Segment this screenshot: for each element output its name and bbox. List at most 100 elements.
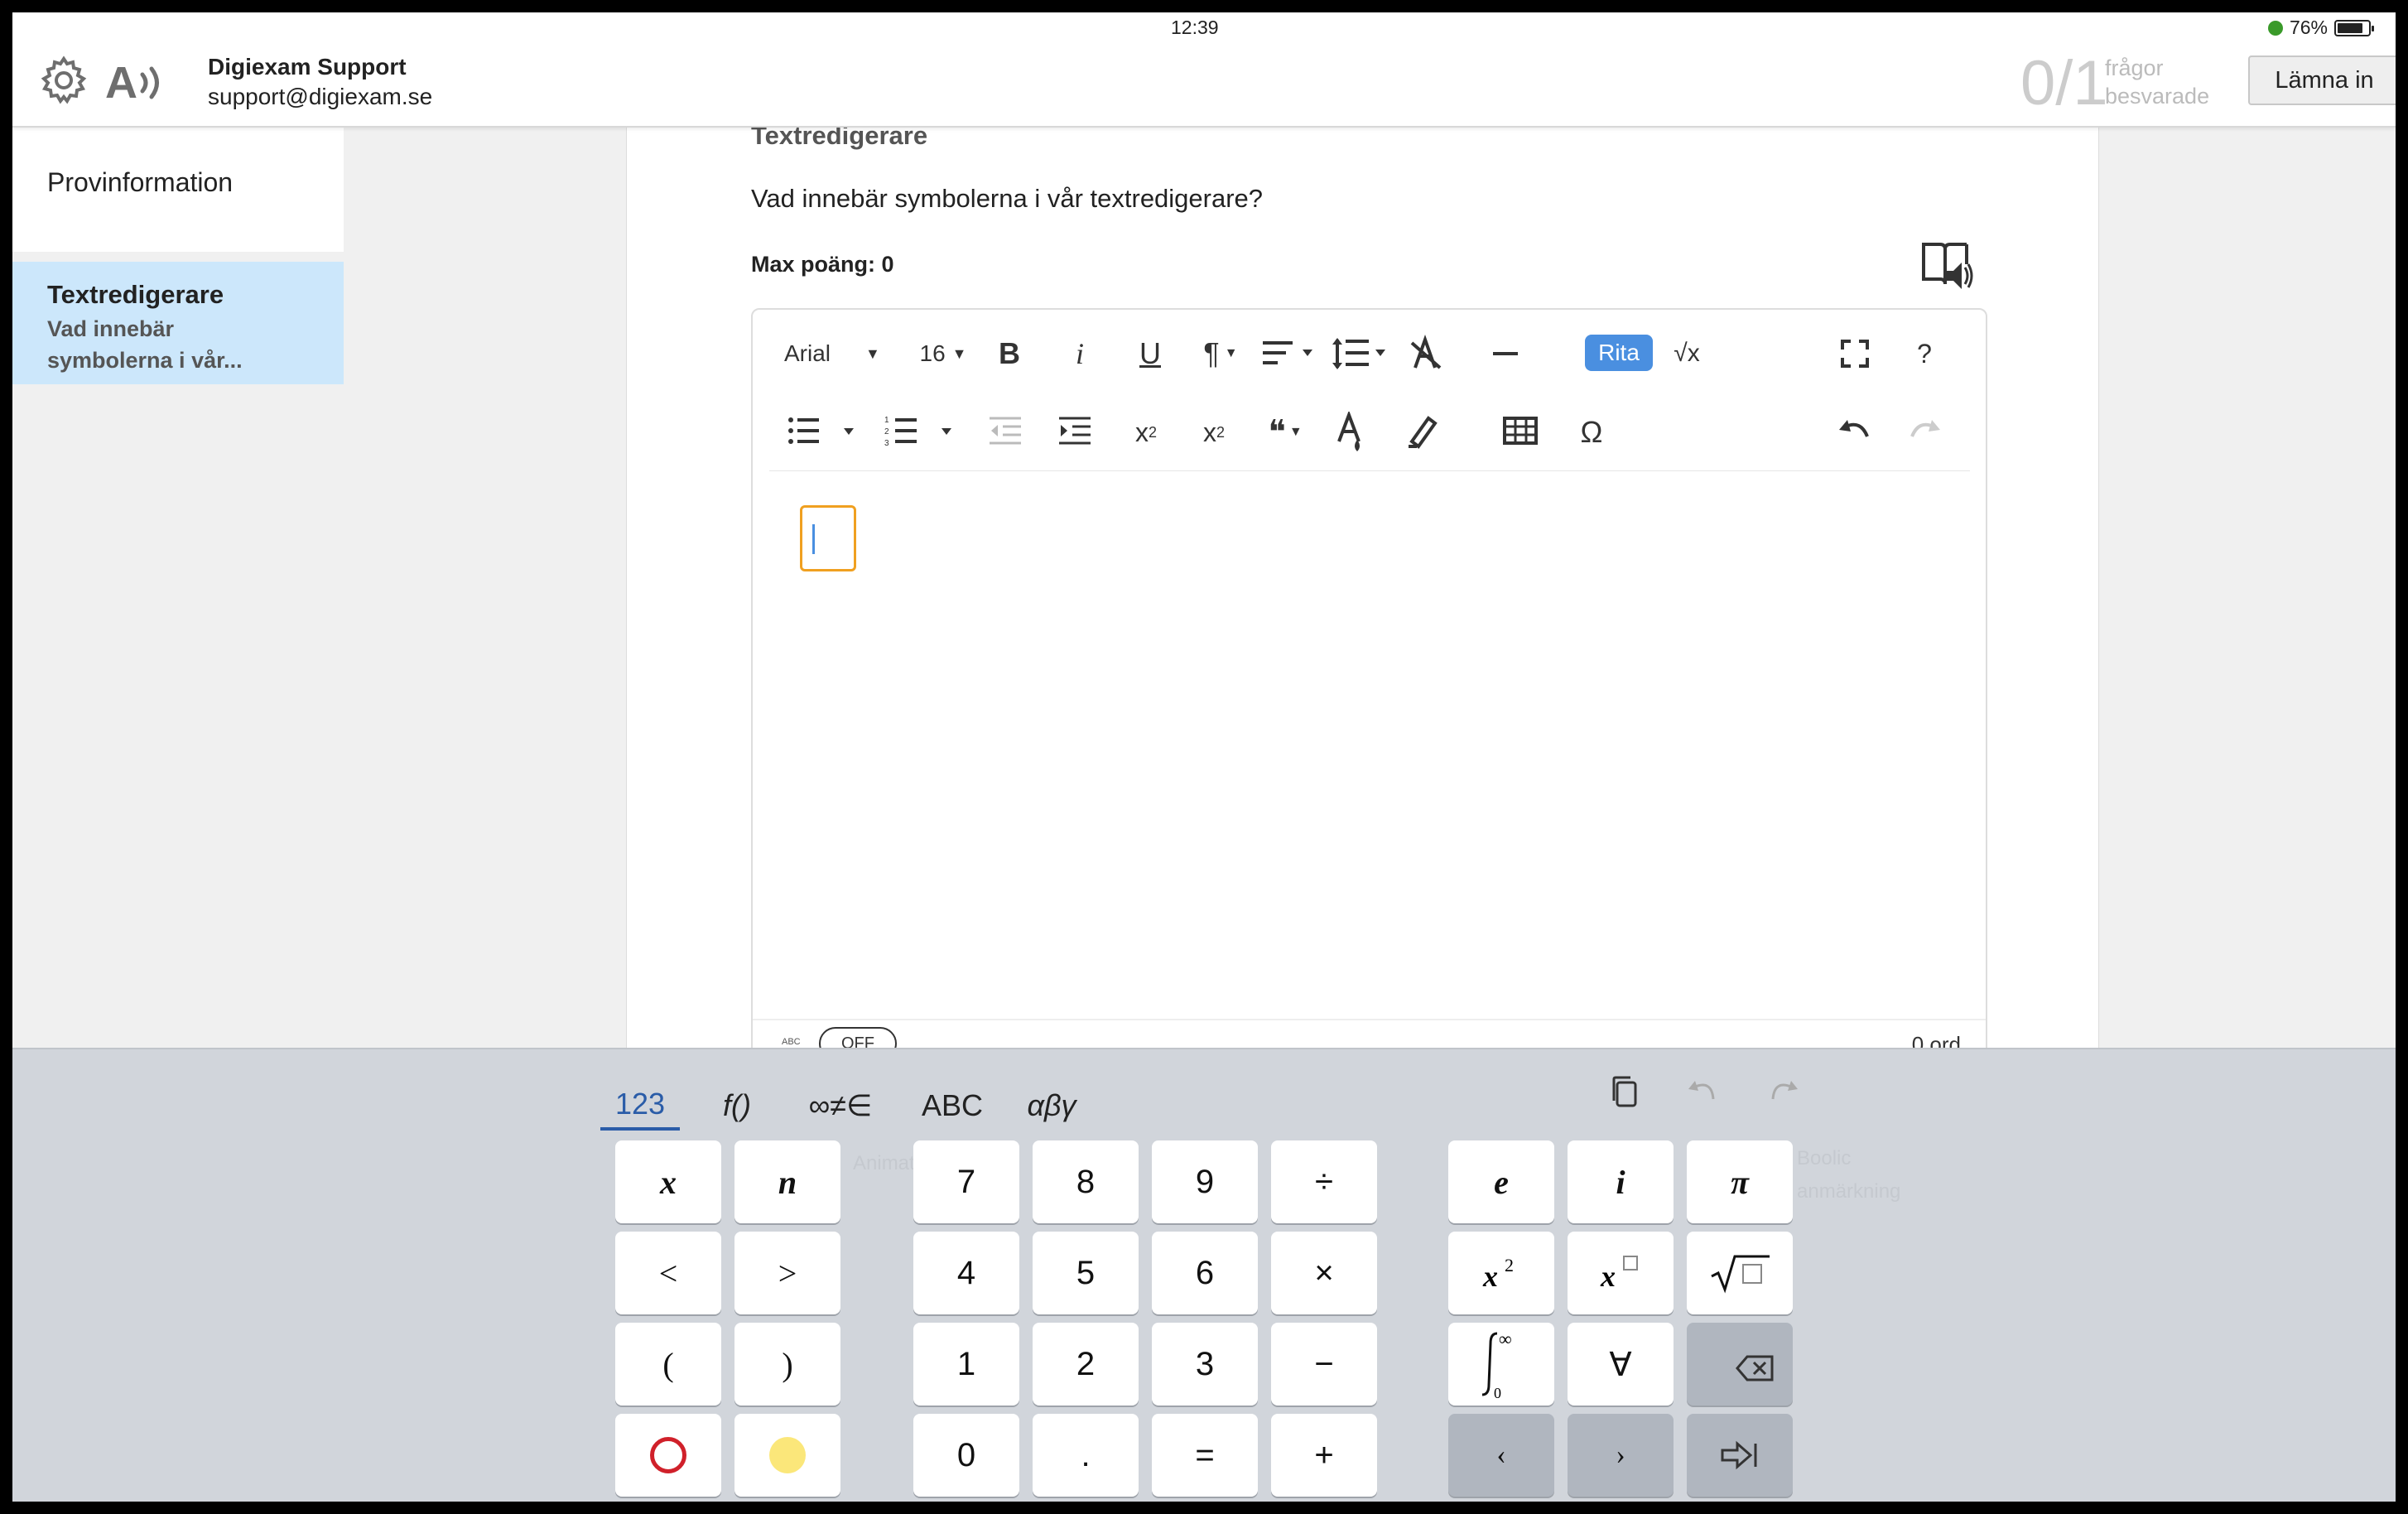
- tab-symbols[interactable]: ∞≠∈: [799, 1081, 882, 1131]
- text-to-speech-icon[interactable]: A: [105, 57, 171, 108]
- key-close-paren[interactable]: ): [734, 1323, 840, 1406]
- answered-count: 0/1: [2020, 48, 2108, 118]
- superscript-index: 2: [1216, 423, 1225, 441]
- math-formula-button[interactable]: √x: [1662, 333, 1712, 374]
- key-less-than[interactable]: <: [615, 1232, 721, 1314]
- key-plus[interactable]: +: [1271, 1414, 1377, 1497]
- tab-greek[interactable]: αβγ: [1014, 1081, 1089, 1131]
- chevron-down-icon: ▼: [1288, 425, 1303, 439]
- key-pi[interactable]: π: [1687, 1140, 1793, 1223]
- highlight-icon[interactable]: [1404, 412, 1442, 450]
- line-height-icon[interactable]: [1331, 335, 1389, 373]
- key-i[interactable]: i: [1568, 1140, 1674, 1223]
- special-characters-button[interactable]: Ω: [1572, 412, 1611, 453]
- key-divide[interactable]: ÷: [1271, 1140, 1377, 1223]
- key-1[interactable]: 1: [913, 1323, 1019, 1406]
- keyboard-undo-icon[interactable]: [1682, 1071, 1725, 1114]
- tab-abc[interactable]: ABC: [915, 1081, 990, 1131]
- max-points: Max poäng: 0: [751, 252, 894, 277]
- editor-footer-divider: [753, 1019, 1986, 1020]
- text-cursor[interactable]: [800, 505, 856, 571]
- key-tab-next[interactable]: [1687, 1414, 1793, 1497]
- key-2[interactable]: 2: [1033, 1323, 1139, 1406]
- key-power[interactable]: x: [1568, 1232, 1674, 1314]
- table-icon[interactable]: [1501, 412, 1539, 450]
- key-yellow-circle[interactable]: [734, 1414, 840, 1497]
- redo-icon[interactable]: [1905, 412, 1943, 450]
- x-squared-icon: x2: [1482, 1255, 1514, 1293]
- undo-icon[interactable]: [1836, 412, 1874, 450]
- key-label: x: [660, 1163, 677, 1201]
- key-cursor-right[interactable]: ›: [1568, 1414, 1674, 1497]
- key-cursor-left[interactable]: ‹: [1448, 1414, 1554, 1497]
- key-greater-than[interactable]: >: [734, 1232, 840, 1314]
- paragraph-icon: ¶: [1203, 336, 1220, 370]
- gear-icon[interactable]: [39, 55, 89, 105]
- key-4[interactable]: 4: [913, 1232, 1019, 1314]
- italic-button[interactable]: i: [1059, 333, 1100, 374]
- key-multiply[interactable]: ×: [1271, 1232, 1377, 1314]
- help-button[interactable]: ?: [1905, 333, 1943, 374]
- key-6[interactable]: 6: [1152, 1232, 1258, 1314]
- keyboard-redo-icon[interactable]: [1761, 1071, 1804, 1114]
- align-icon[interactable]: [1259, 335, 1317, 373]
- draw-button[interactable]: Rita: [1585, 335, 1653, 371]
- screen: 12:39 76% A Digiexam Support support@dig…: [12, 12, 2396, 1502]
- tab-functions[interactable]: f(): [708, 1081, 766, 1131]
- key-equals[interactable]: =: [1152, 1414, 1258, 1497]
- svg-text:0: 0: [1494, 1385, 1501, 1401]
- svg-text:2: 2: [1505, 1255, 1514, 1275]
- key-minus[interactable]: −: [1271, 1323, 1377, 1406]
- spellcheck-label: ABC: [782, 1037, 801, 1047]
- underline-button[interactable]: U: [1129, 333, 1171, 374]
- key-9[interactable]: 9: [1152, 1140, 1258, 1223]
- font-family-select[interactable]: Arial ▼: [784, 333, 880, 374]
- key-n[interactable]: n: [734, 1140, 840, 1223]
- key-8[interactable]: 8: [1033, 1140, 1139, 1223]
- text-editor[interactable]: Arial ▼ 16 ▼ B i U ¶ ▼ Rita √x ? 1 2 3 x…: [751, 308, 1987, 1070]
- battery-icon: [2334, 19, 2374, 36]
- key-open-paren[interactable]: (: [615, 1323, 721, 1406]
- faint-background-text: Boolic anmärkning: [1797, 1142, 1900, 1208]
- font-size-select[interactable]: 16 ▼: [914, 333, 972, 374]
- copy-icon[interactable]: [1604, 1071, 1647, 1114]
- font-family-value: Arial: [784, 340, 831, 366]
- fullscreen-icon[interactable]: [1836, 335, 1874, 373]
- key-7[interactable]: 7: [913, 1140, 1019, 1223]
- clear-format-icon[interactable]: [1407, 335, 1445, 373]
- battery-dot-icon: [2267, 20, 2283, 36]
- paragraph-format-button[interactable]: ¶ ▼: [1192, 333, 1250, 374]
- superscript-button[interactable]: x2: [1193, 412, 1235, 453]
- key-square[interactable]: x2: [1448, 1232, 1554, 1314]
- subscript-button[interactable]: x2: [1125, 412, 1167, 453]
- sidebar-item-provinformation[interactable]: Provinformation: [12, 128, 344, 252]
- key-backspace[interactable]: [1687, 1323, 1793, 1406]
- read-aloud-icon[interactable]: [1919, 239, 1973, 292]
- horizontal-line-icon[interactable]: [1486, 335, 1524, 373]
- sidebar-item-textredigerare[interactable]: Textredigerare Vad innebär symbolerna i …: [12, 262, 344, 384]
- key-e[interactable]: e: [1448, 1140, 1554, 1223]
- key-3[interactable]: 3: [1152, 1323, 1258, 1406]
- backspace-icon: [1736, 1355, 1774, 1381]
- sidebar-item-label: Textredigerare: [47, 280, 224, 309]
- answered-label-line1: frågor: [2105, 55, 2164, 80]
- submit-button[interactable]: Lämna in: [2248, 55, 2396, 105]
- key-integral[interactable]: ∞ 0: [1448, 1323, 1554, 1406]
- key-for-all[interactable]: ∀: [1568, 1323, 1674, 1406]
- key-5[interactable]: 5: [1033, 1232, 1139, 1314]
- user-name: Digiexam Support: [208, 54, 407, 80]
- numbered-list-icon[interactable]: 1 2 3: [884, 412, 958, 450]
- bullet-list-icon[interactable]: [786, 412, 860, 450]
- key-red-circle[interactable]: [615, 1414, 721, 1497]
- quote-button[interactable]: ❝ ▼: [1256, 412, 1314, 453]
- indent-icon[interactable]: [1056, 412, 1094, 450]
- key-0[interactable]: 0: [913, 1414, 1019, 1497]
- key-sqrt[interactable]: [1687, 1232, 1793, 1314]
- key-x[interactable]: x: [615, 1140, 721, 1223]
- key-decimal[interactable]: .: [1033, 1414, 1139, 1497]
- outdent-icon[interactable]: [986, 412, 1024, 450]
- bold-button[interactable]: B: [989, 333, 1030, 374]
- superscript-x: x: [1202, 417, 1216, 447]
- tab-123[interactable]: 123: [600, 1081, 680, 1131]
- text-color-icon[interactable]: [1332, 412, 1370, 453]
